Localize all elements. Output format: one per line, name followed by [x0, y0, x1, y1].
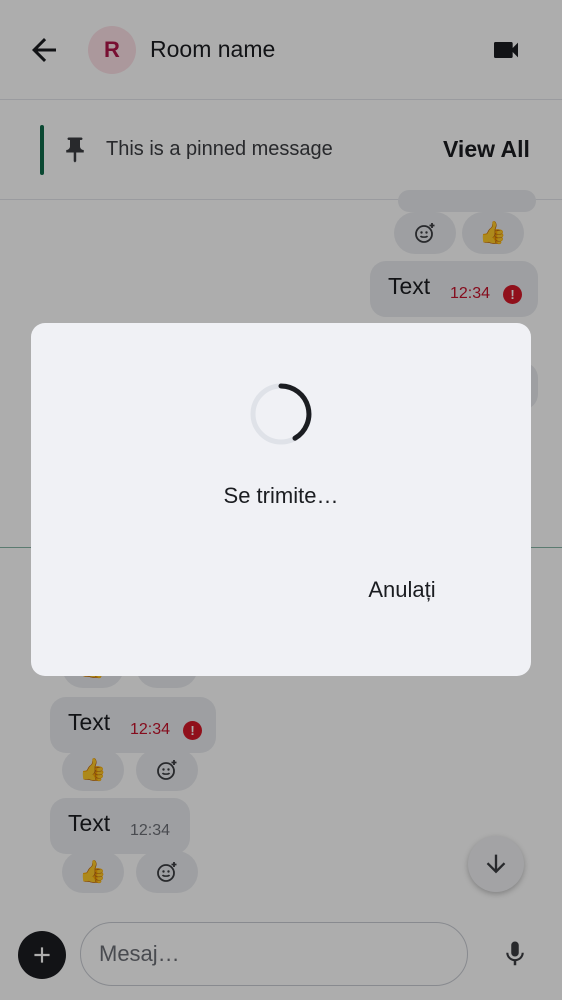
cancel-button[interactable]: Anulați [346, 570, 458, 610]
loading-spinner-icon [250, 383, 312, 445]
dialog-message: Se trimite… [223, 483, 339, 508]
